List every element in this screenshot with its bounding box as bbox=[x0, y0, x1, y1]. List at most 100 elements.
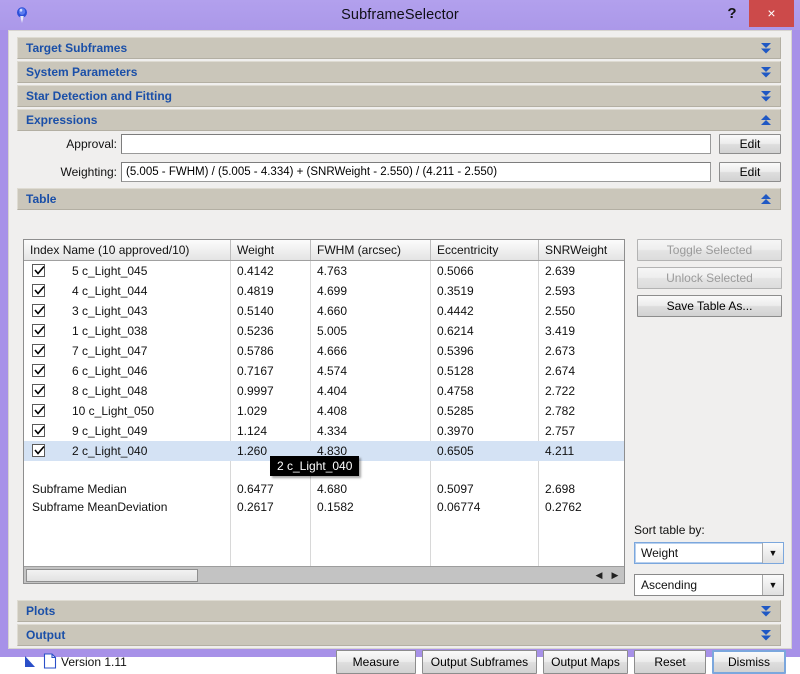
title-bar[interactable]: SubframeSelector ? × bbox=[0, 0, 800, 30]
weighting-edit-button[interactable]: Edit bbox=[719, 162, 781, 182]
table-row[interactable]: 6 c_Light_046 0.7167 4.574 0.5128 2.674 bbox=[24, 361, 624, 381]
weighting-label: Weighting: bbox=[23, 163, 117, 181]
chevron-double-up-icon[interactable] bbox=[758, 112, 774, 128]
section-title: Table bbox=[26, 189, 56, 209]
table-summary-row-meandeviation: Subframe MeanDeviation 0.2617 0.1582 0.0… bbox=[24, 497, 624, 517]
scroll-left-icon[interactable]: ◀ bbox=[592, 568, 606, 583]
measure-button[interactable]: Measure bbox=[336, 650, 416, 674]
summary-fwhm: 0.1582 bbox=[317, 497, 427, 517]
summary-label: Subframe MeanDeviation bbox=[32, 497, 227, 517]
chevron-double-down-icon[interactable] bbox=[758, 88, 774, 104]
version-label: Version 1.11 bbox=[61, 653, 127, 671]
section-header-star-detection[interactable]: Star Detection and Fitting bbox=[17, 85, 781, 107]
column-header-fwhm[interactable]: FWHM (arcsec) bbox=[311, 240, 431, 260]
cell-snr: 2.639 bbox=[545, 261, 623, 281]
cell-weight: 0.5140 bbox=[237, 301, 307, 321]
table-row[interactable]: 9 c_Light_049 1.124 4.334 0.3970 2.757 bbox=[24, 421, 624, 441]
cell-fwhm: 4.404 bbox=[317, 381, 427, 401]
cell-fwhm: 5.005 bbox=[317, 321, 427, 341]
section-header-system-parameters[interactable]: System Parameters bbox=[17, 61, 781, 83]
cell-ecc: 0.4442 bbox=[437, 301, 535, 321]
section-title: Output bbox=[26, 625, 65, 645]
column-header-snrweight[interactable]: SNRWeight bbox=[539, 240, 624, 260]
cell-snr: 4.211 bbox=[545, 441, 623, 461]
document-icon[interactable] bbox=[43, 653, 57, 672]
table-row[interactable]: 3 c_Light_043 0.5140 4.660 0.4442 2.550 bbox=[24, 301, 624, 321]
approval-edit-button[interactable]: Edit bbox=[719, 134, 781, 154]
chevron-double-down-icon[interactable] bbox=[758, 603, 774, 619]
row-checkbox[interactable] bbox=[32, 384, 45, 397]
application-window: SubframeSelector ? × Target Subframes Sy… bbox=[0, 0, 800, 657]
section-header-expressions[interactable]: Expressions bbox=[17, 109, 781, 131]
output-maps-button[interactable]: Output Maps bbox=[543, 650, 628, 674]
row-checkbox[interactable] bbox=[32, 444, 45, 457]
cell-ecc: 0.5128 bbox=[437, 361, 535, 381]
cell-name: 10 c_Light_050 bbox=[72, 401, 227, 421]
cell-weight: 0.4142 bbox=[237, 261, 307, 281]
chevron-double-up-icon[interactable] bbox=[758, 191, 774, 207]
row-checkbox[interactable] bbox=[32, 404, 45, 417]
cell-fwhm: 4.666 bbox=[317, 341, 427, 361]
chevron-down-icon[interactable]: ▼ bbox=[762, 543, 783, 563]
cell-fwhm: 4.574 bbox=[317, 361, 427, 381]
unlock-selected-button[interactable]: Unlock Selected bbox=[637, 267, 782, 289]
row-checkbox[interactable] bbox=[32, 264, 45, 277]
save-table-as-button[interactable]: Save Table As... bbox=[637, 295, 782, 317]
chevron-double-down-icon[interactable] bbox=[758, 64, 774, 80]
sort-order-dropdown[interactable]: Ascending ▼ bbox=[634, 574, 784, 596]
weighting-input[interactable] bbox=[121, 162, 711, 182]
cell-fwhm: 4.408 bbox=[317, 401, 427, 421]
row-tooltip: 2 c_Light_040 bbox=[270, 456, 359, 476]
reset-button[interactable]: Reset bbox=[634, 650, 706, 674]
cell-name: 4 c_Light_044 bbox=[72, 281, 227, 301]
column-header-index-name[interactable]: Index Name (10 approved/10) bbox=[24, 240, 231, 260]
summary-snr: 0.2762 bbox=[545, 497, 623, 517]
sort-field-dropdown[interactable]: Weight ▼ bbox=[634, 542, 784, 564]
cell-name: 3 c_Light_043 bbox=[72, 301, 227, 321]
scrollbar-thumb[interactable] bbox=[26, 569, 198, 582]
dismiss-button[interactable]: Dismiss bbox=[712, 650, 786, 674]
summary-fwhm: 4.680 bbox=[317, 479, 427, 499]
table-row[interactable]: 1 c_Light_038 0.5236 5.005 0.6214 3.419 bbox=[24, 321, 624, 341]
chevron-down-icon[interactable]: ▼ bbox=[762, 575, 783, 595]
section-header-plots[interactable]: Plots bbox=[17, 600, 781, 622]
browse-arrow-icon[interactable] bbox=[23, 655, 37, 672]
row-checkbox[interactable] bbox=[32, 364, 45, 377]
cell-snr: 2.593 bbox=[545, 281, 623, 301]
cell-snr: 2.782 bbox=[545, 401, 623, 421]
approval-input[interactable] bbox=[121, 134, 711, 154]
close-button[interactable]: × bbox=[749, 0, 794, 27]
section-header-output[interactable]: Output bbox=[17, 624, 781, 646]
cell-ecc: 0.3970 bbox=[437, 421, 535, 441]
chevron-double-down-icon[interactable] bbox=[758, 40, 774, 56]
table-row[interactable]: 7 c_Light_047 0.5786 4.666 0.5396 2.673 bbox=[24, 341, 624, 361]
table-horizontal-scrollbar[interactable]: ◀ ▶ bbox=[24, 566, 624, 583]
section-title: Expressions bbox=[26, 110, 97, 130]
chevron-double-down-icon[interactable] bbox=[758, 627, 774, 643]
help-button[interactable]: ? bbox=[719, 0, 745, 27]
table-row[interactable]: 8 c_Light_048 0.9997 4.404 0.4758 2.722 bbox=[24, 381, 624, 401]
row-checkbox[interactable] bbox=[32, 424, 45, 437]
table-header-row: Index Name (10 approved/10) Weight FWHM … bbox=[24, 240, 624, 261]
row-checkbox[interactable] bbox=[32, 324, 45, 337]
approval-label: Approval: bbox=[29, 135, 117, 153]
subframes-table[interactable]: Index Name (10 approved/10) Weight FWHM … bbox=[23, 239, 625, 584]
table-row[interactable]: 5 c_Light_045 0.4142 4.763 0.5066 2.639 bbox=[24, 261, 624, 281]
section-header-table[interactable]: Table bbox=[17, 188, 781, 210]
column-header-weight[interactable]: Weight bbox=[231, 240, 311, 260]
column-header-eccentricity[interactable]: Eccentricity bbox=[431, 240, 539, 260]
scroll-right-icon[interactable]: ▶ bbox=[608, 568, 622, 583]
row-checkbox[interactable] bbox=[32, 344, 45, 357]
section-title: System Parameters bbox=[26, 62, 137, 82]
section-header-target-subframes[interactable]: Target Subframes bbox=[17, 37, 781, 59]
output-subframes-button[interactable]: Output Subframes bbox=[422, 650, 537, 674]
row-checkbox[interactable] bbox=[32, 284, 45, 297]
row-checkbox[interactable] bbox=[32, 304, 45, 317]
table-row[interactable]: 10 c_Light_050 1.029 4.408 0.5285 2.782 bbox=[24, 401, 624, 421]
cell-weight: 0.9997 bbox=[237, 381, 307, 401]
cell-snr: 3.419 bbox=[545, 321, 623, 341]
sort-table-by-label: Sort table by: bbox=[634, 523, 705, 537]
cell-name: 6 c_Light_046 bbox=[72, 361, 227, 381]
table-row[interactable]: 4 c_Light_044 0.4819 4.699 0.3519 2.593 bbox=[24, 281, 624, 301]
toggle-selected-button[interactable]: Toggle Selected bbox=[637, 239, 782, 261]
